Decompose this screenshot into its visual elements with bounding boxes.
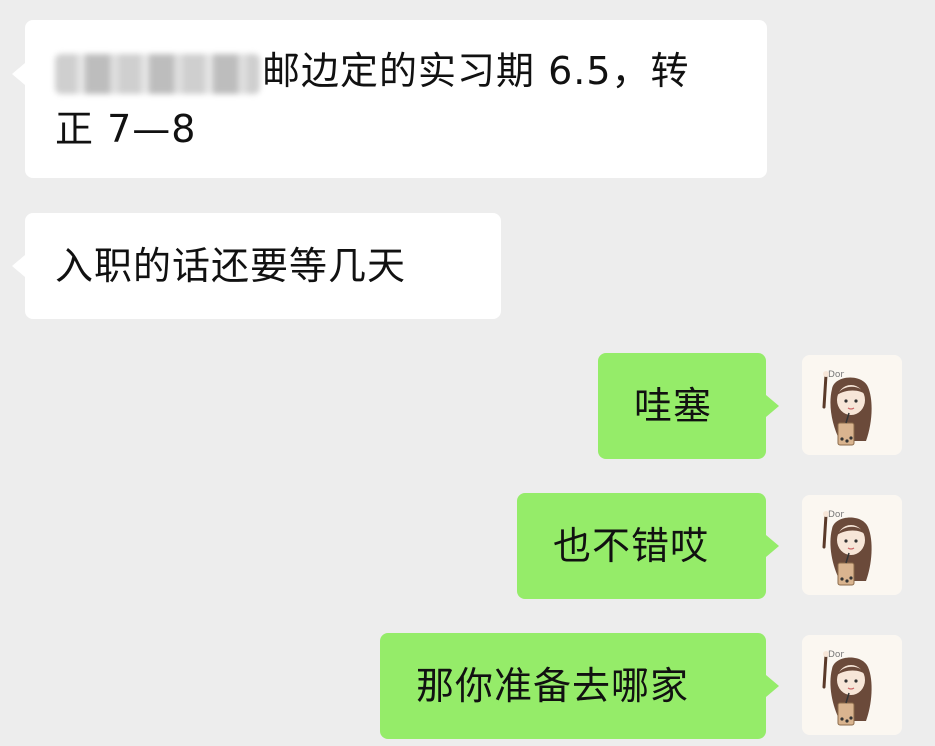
avatar[interactable]: Dor — [802, 635, 902, 735]
svg-text:Dor: Dor — [828, 370, 844, 380]
avatar[interactable]: Dor — [802, 355, 902, 455]
bubble-tail — [12, 63, 25, 85]
message-text: 邮边定的实习期 6.5，转 — [262, 49, 690, 93]
chat-window: 邮边定的实习期 6.5，转 正 7—8 入职的话还要等几天 哇塞 Dor 也不错… — [0, 0, 935, 746]
svg-text:Dor: Dor — [828, 510, 844, 520]
outgoing-message[interactable]: 那你准备去哪家 — [380, 633, 766, 739]
bubble-tail — [766, 535, 779, 557]
message-line: 正 7—8 — [55, 107, 197, 151]
outgoing-message[interactable]: 也不错哎 — [517, 493, 766, 599]
girl-holding-bubble-tea-icon: Dor — [802, 355, 902, 455]
message-text: 哇塞 — [634, 384, 713, 428]
svg-text:Dor: Dor — [828, 650, 844, 660]
incoming-message[interactable]: 入职的话还要等几天 — [25, 213, 501, 319]
avatar[interactable]: Dor — [802, 495, 902, 595]
message-line: 邮边定的实习期 6.5，转 — [55, 42, 737, 100]
girl-holding-bubble-tea-icon: Dor — [802, 495, 902, 595]
outgoing-message[interactable]: 哇塞 — [598, 353, 766, 459]
bubble-tail — [766, 395, 779, 417]
girl-holding-bubble-tea-icon: Dor — [802, 635, 902, 735]
message-text: 那你准备去哪家 — [416, 664, 690, 708]
redacted-name — [55, 53, 260, 94]
bubble-tail — [12, 255, 25, 277]
message-text: 入职的话还要等几天 — [55, 244, 407, 288]
message-text: 也不错哎 — [553, 524, 710, 568]
incoming-message[interactable]: 邮边定的实习期 6.5，转 正 7—8 — [25, 20, 767, 178]
bubble-tail — [766, 675, 779, 697]
